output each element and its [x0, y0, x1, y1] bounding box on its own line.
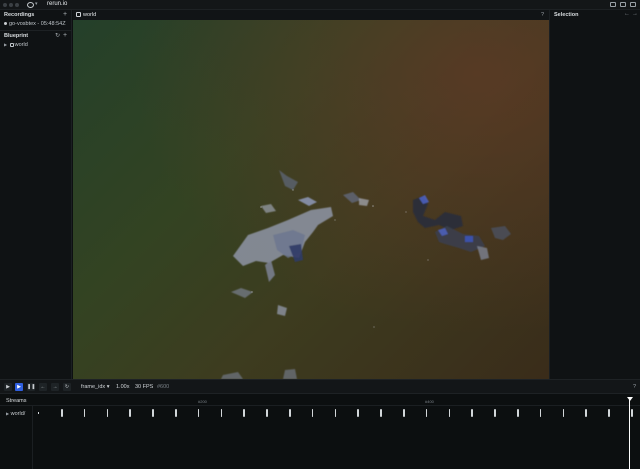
spatial-3d-viewport[interactable] [73, 20, 549, 379]
window-zoom-dot[interactable] [15, 3, 19, 7]
add-view-button[interactable]: + [63, 32, 67, 39]
tree-item-label: world [14, 42, 28, 48]
event-tick[interactable] [562, 409, 565, 417]
event-tick[interactable] [448, 409, 451, 417]
timeline-selector[interactable]: frame_idx ▾ [81, 384, 109, 390]
recordings-title: Recordings [4, 12, 35, 18]
streams-title: Streams [6, 398, 27, 404]
event-tick[interactable] [357, 409, 359, 417]
ruler-label: #200 [198, 399, 207, 404]
left-panel: Recordings + go-vosbtex - 05:48:54Z Blue… [0, 10, 72, 379]
help-icon[interactable]: ? [541, 12, 544, 18]
add-recording-button[interactable]: + [63, 11, 67, 18]
play-icon[interactable]: ▶ [4, 383, 12, 391]
caret-right-icon[interactable]: ▶ [4, 42, 7, 47]
stream-entity-world[interactable]: ▶ world/ [6, 411, 25, 417]
follow-icon[interactable]: ▶ [15, 383, 23, 391]
event-tick[interactable] [517, 409, 519, 417]
recording-label: go-vosbtex - 05:48:54Z [9, 21, 66, 27]
event-tick[interactable] [38, 412, 39, 414]
3d-view-icon [9, 42, 14, 47]
blueprint-tree-item-world[interactable]: ▶ world [4, 42, 28, 48]
blueprint-title: Blueprint [4, 33, 29, 39]
event-tick[interactable] [129, 409, 131, 417]
selection-panel: Selection ← → [549, 10, 640, 379]
title-bar: ▾ rerun.io [0, 0, 640, 10]
entity-label: world/ [10, 411, 26, 417]
rerun-menu-icon[interactable] [27, 2, 34, 8]
pause-icon[interactable]: ❚❚ [27, 383, 35, 391]
event-tick[interactable] [608, 409, 610, 417]
arrow-left-icon[interactable]: ← [624, 11, 630, 17]
event-tick[interactable] [243, 409, 245, 417]
arrow-right-icon[interactable]: → [632, 11, 638, 17]
step-back-icon[interactable]: ← [39, 383, 47, 391]
loop-icon[interactable]: ↻ [63, 383, 71, 391]
event-tick[interactable] [403, 409, 405, 417]
toggle-bottom-panel-icon[interactable] [620, 2, 626, 7]
fps-field[interactable]: 30 FPS [135, 384, 153, 390]
event-tick[interactable] [494, 409, 496, 417]
recording-dot-icon [4, 22, 7, 25]
chevron-down-icon: ▾ [106, 384, 110, 390]
app-title: rerun.io [47, 1, 68, 7]
toggle-right-panel-icon[interactable] [630, 2, 636, 7]
event-tick[interactable] [106, 409, 109, 417]
event-tick[interactable] [220, 409, 223, 417]
current-time[interactable]: #600 [157, 384, 169, 390]
event-tick[interactable] [585, 409, 587, 417]
event-tick[interactable] [631, 409, 633, 417]
viewport-title[interactable]: world [83, 12, 96, 18]
event-tick[interactable] [175, 409, 177, 417]
selection-title: Selection [554, 12, 579, 18]
step-forward-icon[interactable]: → [51, 383, 59, 391]
reset-blueprint-icon[interactable]: ↻ [55, 33, 60, 39]
playhead[interactable] [629, 398, 630, 469]
toggle-left-panel-icon[interactable] [610, 2, 616, 7]
playback-speed[interactable]: 1.00x [116, 384, 129, 390]
event-tick[interactable] [471, 409, 473, 417]
streams-panel: Streams #200 #400 ▶ world/ [0, 394, 640, 469]
viewport-tab-bar: world ? [73, 10, 549, 20]
event-tick[interactable] [61, 409, 63, 417]
recording-item[interactable]: go-vosbtex - 05:48:54Z [4, 21, 66, 27]
event-tick[interactable] [289, 409, 291, 417]
window-close-dot[interactable] [3, 3, 7, 7]
ruler-divider [0, 405, 640, 406]
playhead-handle-icon[interactable] [626, 397, 633, 401]
event-tick[interactable] [152, 409, 154, 417]
divider [0, 30, 72, 31]
event-tick[interactable] [266, 409, 268, 417]
point-cloud [221, 170, 511, 379]
time-controls: ▶ ▶ ❚❚ ← → ↻ frame_idx ▾ 1.00x 30 FPS #6… [0, 379, 640, 394]
help-icon[interactable]: ? [633, 384, 636, 390]
ruler-label: #400 [425, 399, 434, 404]
timeline-name: frame_idx [81, 384, 106, 390]
3d-view-icon [76, 12, 81, 17]
event-tick[interactable] [380, 409, 382, 417]
chevron-down-icon[interactable]: ▾ [35, 1, 38, 7]
event-tick[interactable] [334, 409, 337, 417]
streams-separator [32, 406, 33, 469]
caret-right-icon[interactable]: ▶ [6, 411, 9, 416]
window-minimize-dot[interactable] [9, 3, 13, 7]
